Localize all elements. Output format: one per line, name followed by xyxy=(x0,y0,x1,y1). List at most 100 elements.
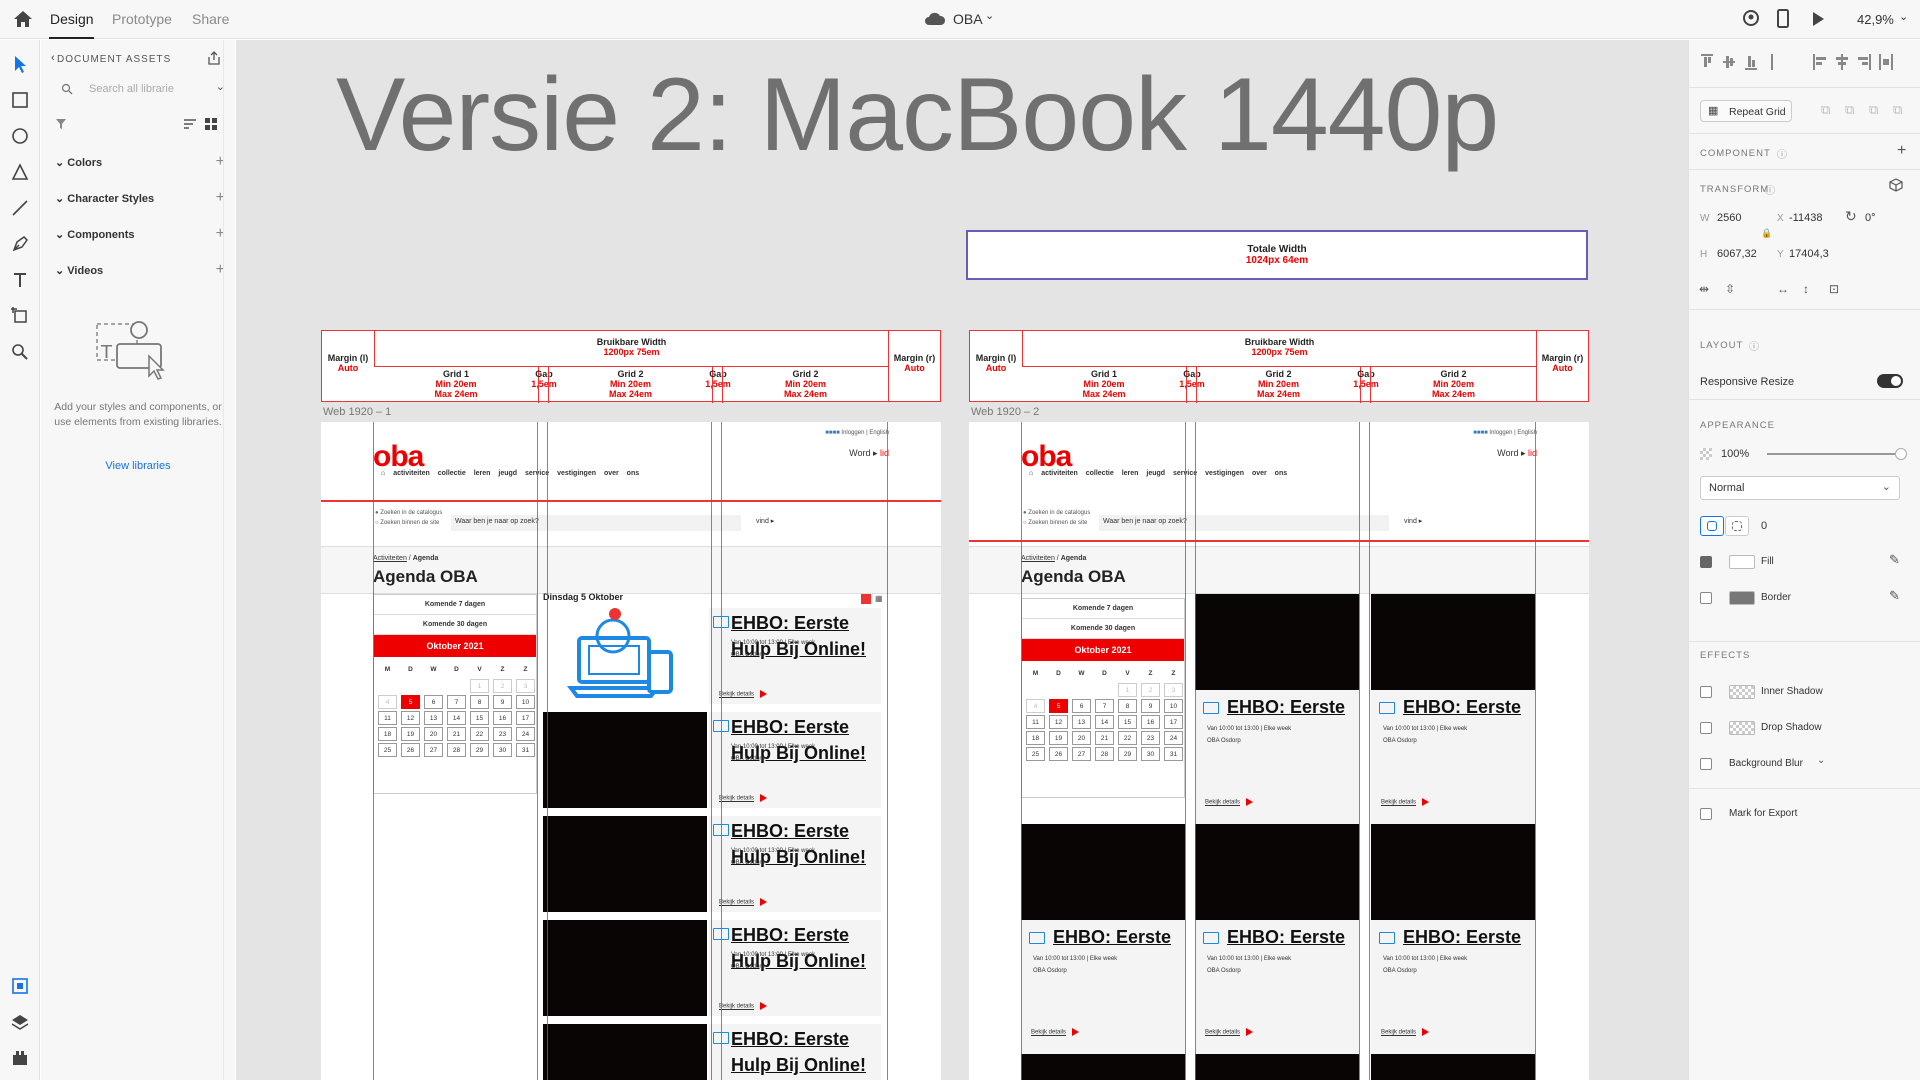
assets-panel-icon[interactable] xyxy=(10,976,30,996)
nav-vestigingen[interactable]: vestigingen xyxy=(1205,470,1244,477)
calendar-day[interactable]: 8 xyxy=(1118,699,1137,713)
calendar-day[interactable]: 11 xyxy=(1026,715,1045,729)
opacity-input[interactable]: 100% xyxy=(1721,448,1749,460)
artboard-label-2[interactable]: Web 1920 – 2 xyxy=(971,406,1039,418)
radius-input[interactable]: 0 xyxy=(1761,520,1767,532)
nav-collectie[interactable]: collectie xyxy=(1086,470,1114,477)
ellipse-tool-icon[interactable] xyxy=(10,126,30,146)
calendar-day[interactable]: 20 xyxy=(424,727,443,741)
info-icon[interactable]: ⓘ xyxy=(1765,182,1775,197)
opacity-slider-track[interactable] xyxy=(1767,453,1901,455)
tab-share[interactable]: Share xyxy=(192,11,229,27)
event-details-link[interactable]: Bekijk details xyxy=(1031,1028,1080,1036)
event-title[interactable]: EHBO: Eerste xyxy=(1227,696,1357,718)
nav-vestigingen[interactable]: vestigingen xyxy=(557,470,596,477)
calendar-day[interactable]: 6 xyxy=(1072,699,1091,713)
assets-search-input[interactable]: Search all librarie ⌄ xyxy=(57,78,225,100)
fill-eyedropper-icon[interactable]: ✎ xyxy=(1889,552,1900,568)
calendar-day[interactable]: 3 xyxy=(1164,683,1183,697)
boolean-intersect-icon[interactable]: ⧉ xyxy=(1869,102,1878,118)
play-icon[interactable] xyxy=(1810,9,1826,29)
next-7-days-button[interactable]: Komende 7 dagen xyxy=(1022,599,1184,619)
oba-logo[interactable]: oba xyxy=(1021,440,1072,474)
distribute-vertical-icon[interactable]: ↕ xyxy=(1803,282,1809,296)
calendar-day[interactable]: 31 xyxy=(516,743,535,757)
calendar-day[interactable]: 7 xyxy=(447,695,466,709)
line-tool-icon[interactable] xyxy=(10,198,30,218)
height-input[interactable]: 6067,32 xyxy=(1717,248,1757,260)
boolean-subtract-icon[interactable]: ⧉ xyxy=(1845,102,1854,118)
calendar-day[interactable]: 20 xyxy=(1072,731,1091,745)
fill-swatch[interactable] xyxy=(1729,555,1755,569)
section-components[interactable]: ⌄ Components + xyxy=(55,225,225,246)
calendar-day[interactable]: 17 xyxy=(516,711,535,725)
total-width-box[interactable]: Totale Width 1024px 64em xyxy=(966,230,1588,280)
list-view-icon[interactable] xyxy=(861,594,871,604)
pen-tool-icon[interactable] xyxy=(10,234,30,254)
calendar-day[interactable]: 24 xyxy=(516,727,535,741)
event-tile[interactable]: EHBO: Eerste Van 10:00 tot 13:00 | Elke … xyxy=(1195,594,1359,826)
calendar-day[interactable]: 31 xyxy=(1164,747,1183,761)
filter-icon[interactable] xyxy=(55,118,67,130)
grid-header-1[interactable]: Margin (l) Auto Bruikbare Width 1200px 75e… xyxy=(321,330,941,403)
calendar-day[interactable]: 4 xyxy=(378,695,397,709)
nav-jeugd[interactable]: jeugd xyxy=(498,470,517,477)
calendar-day[interactable]: 5 xyxy=(1049,699,1068,713)
calendar-day[interactable]: 29 xyxy=(470,743,489,757)
grid-view-toggle-icon[interactable]: ▦ xyxy=(875,594,883,603)
center-icon[interactable]: ⊡ xyxy=(1829,282,1839,296)
tab-design[interactable]: Design xyxy=(50,11,94,27)
info-icon[interactable]: ⓘ xyxy=(1749,338,1759,353)
event-details-link[interactable]: Bekijk details xyxy=(719,1002,768,1010)
calendar-day[interactable]: 12 xyxy=(1049,715,1068,729)
calendar-day[interactable]: 27 xyxy=(1072,747,1091,761)
calendar-day[interactable]: 2 xyxy=(1141,683,1160,697)
plugins-panel-icon[interactable] xyxy=(10,1048,30,1068)
crumb-link[interactable]: Activiteiten xyxy=(373,555,407,562)
width-input[interactable]: 2560 xyxy=(1717,212,1741,224)
sort-icon[interactable] xyxy=(183,118,197,130)
event-details-link[interactable]: Bekijk details xyxy=(1381,1028,1430,1036)
inner-shadow-swatch[interactable] xyxy=(1729,685,1755,699)
polygon-tool-icon[interactable] xyxy=(10,162,30,182)
3d-transform-icon[interactable] xyxy=(1889,178,1903,192)
next-7-days-button[interactable]: Komende 7 dagen xyxy=(374,595,536,615)
nav-over-ons[interactable]: over ons xyxy=(1252,470,1287,477)
chevron-down-icon[interactable]: ⌄ xyxy=(1817,755,1825,766)
design-canvas[interactable]: Versie 2: MacBook 1440p Totale Width 102… xyxy=(236,40,1688,1080)
calendar-day[interactable]: 21 xyxy=(447,727,466,741)
event-title[interactable]: EHBO: Eerste xyxy=(1053,926,1183,948)
share-link-icon[interactable] xyxy=(207,51,221,65)
calendar-day[interactable]: 22 xyxy=(470,727,489,741)
oba-logo[interactable]: oba xyxy=(373,440,424,474)
calendar-day[interactable]: 23 xyxy=(493,727,512,741)
calendar-day[interactable]: 27 xyxy=(424,743,443,757)
calendar-day[interactable]: 2 xyxy=(493,679,512,693)
zoom-level[interactable]: 42,9% xyxy=(1857,12,1894,27)
event-details-link[interactable]: Bekijk details xyxy=(1205,798,1254,806)
radio-catalogus[interactable]: ● Zoeken in de catalogus xyxy=(1023,510,1090,516)
calendar-day[interactable]: 24 xyxy=(1164,731,1183,745)
nav-leren[interactable]: leren xyxy=(474,470,491,477)
radius-per-corner-button[interactable] xyxy=(1725,516,1749,536)
calendar-day[interactable]: 26 xyxy=(401,743,420,757)
calendar-day[interactable]: 25 xyxy=(1026,747,1045,761)
radio-catalogus[interactable]: ● Zoeken in de catalogus xyxy=(375,510,442,516)
text-tool-icon[interactable] xyxy=(10,270,30,290)
fill-checkbox[interactable] xyxy=(1700,556,1712,568)
event-title[interactable]: EHBO: Eerste xyxy=(1403,926,1533,948)
crumb-link[interactable]: Activiteiten xyxy=(1021,555,1055,562)
flip-vertical-icon[interactable]: ⇳ xyxy=(1725,282,1735,296)
calendar-day[interactable]: 30 xyxy=(493,743,512,757)
calendar-day[interactable]: 5 xyxy=(401,695,420,709)
page-search-input[interactable]: Waar ben je naar op zoek? xyxy=(1099,515,1389,531)
calendar-day[interactable]: 16 xyxy=(493,711,512,725)
section-videos[interactable]: ⌄ Videos + xyxy=(55,261,225,282)
drop-shadow-checkbox[interactable] xyxy=(1700,722,1712,734)
inner-shadow-checkbox[interactable] xyxy=(1700,686,1712,698)
calendar-day[interactable]: 16 xyxy=(1141,715,1160,729)
mark-for-export-checkbox[interactable] xyxy=(1700,808,1712,820)
info-icon[interactable]: ⓘ xyxy=(1777,146,1787,161)
calendar-day[interactable]: 15 xyxy=(470,711,489,725)
document-title[interactable]: OBA xyxy=(953,11,983,27)
